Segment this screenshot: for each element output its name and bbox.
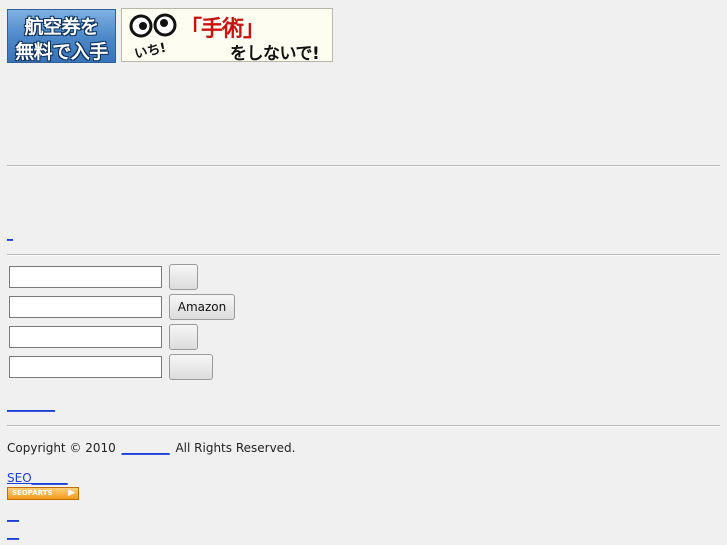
- search-input[interactable]: [9, 266, 162, 288]
- search-button[interactable]: [169, 324, 198, 350]
- search-button[interactable]: [169, 354, 213, 380]
- banner-small-text: いち!: [133, 40, 168, 63]
- eyes-icon: [129, 13, 177, 38]
- after-form-link[interactable]: ________: [7, 398, 55, 412]
- page: 航空券を 無料で入手 「手術」 いち! をしないで! _ Amazon ____…: [0, 0, 727, 545]
- copyright-suffix: All Rights Reserved.: [175, 441, 296, 455]
- banner-line-1: 航空券を: [24, 16, 99, 38]
- site-name-link[interactable]: ________: [122, 441, 170, 455]
- banner-line-2: 無料で入手: [15, 41, 108, 63]
- amazon-search-input[interactable]: [9, 296, 162, 318]
- seo-parts-badge[interactable]: SEOPARTS ▶: [7, 487, 79, 500]
- search-input[interactable]: [9, 356, 162, 378]
- search-input[interactable]: [9, 326, 162, 348]
- arrow-right-icon: ▶: [68, 488, 75, 498]
- free-flight-banner[interactable]: 航空券を 無料で入手: [7, 9, 116, 63]
- divider: [7, 165, 720, 167]
- footer-link[interactable]: __: [7, 508, 19, 522]
- banner-sub-text: をしないで!: [230, 44, 320, 64]
- copyright-line: Copyright © 2010 ________ All Rights Res…: [7, 441, 296, 455]
- divider: [7, 254, 720, 256]
- seo-link[interactable]: SEO______: [7, 471, 68, 485]
- footer-link[interactable]: __: [7, 526, 19, 540]
- amazon-search-button[interactable]: Amazon: [169, 294, 235, 320]
- mini-link[interactable]: _: [7, 227, 13, 241]
- divider: [7, 425, 720, 427]
- search-button[interactable]: [169, 264, 198, 290]
- copyright-prefix: Copyright © 2010: [7, 441, 116, 455]
- surgery-banner[interactable]: 「手術」 いち! をしないで!: [121, 8, 333, 64]
- seo-badge-label: SEOPARTS: [12, 489, 53, 497]
